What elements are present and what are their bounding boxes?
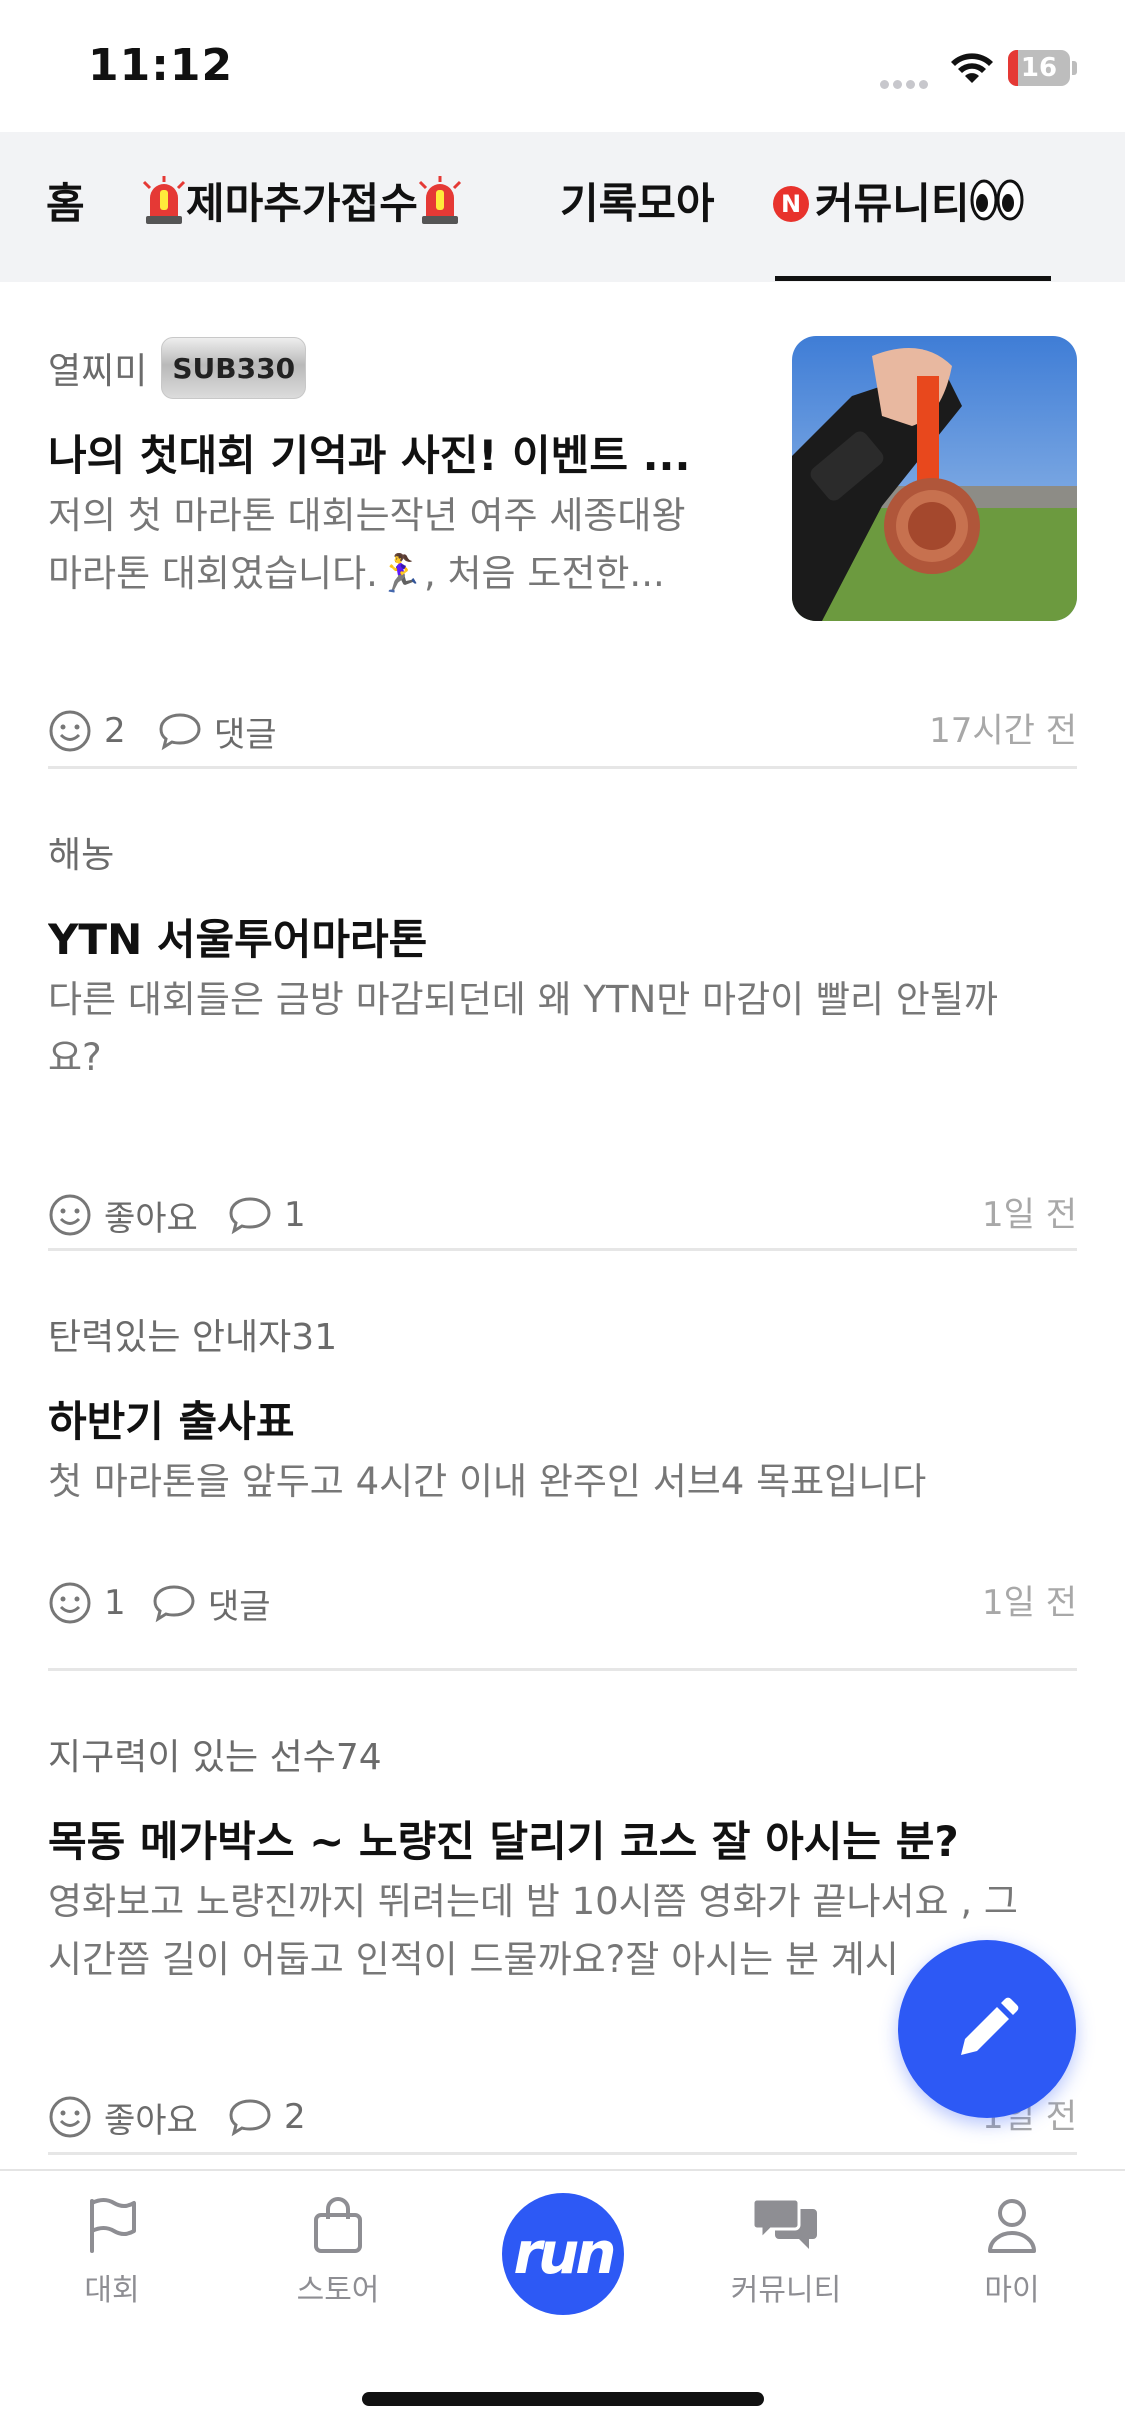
post-title: 하반기 출사표 <box>48 1397 295 1446</box>
post-preview: 다른 대회들은 금방 마감되던데 왜 YTN만 마감이 빨리 안될까 요? <box>48 978 998 1079</box>
nav-item-contest[interactable]: 대회 <box>42 2195 182 2309</box>
bag-icon <box>314 2197 362 2253</box>
comment-icon <box>229 2099 271 2137</box>
community-feed[interactable]: 열찌미 SUB330 나의 첫대회 기억과 사진! 이벤트 ... 저의 첫 마… <box>0 282 1125 2169</box>
post-item[interactable]: 탄력있는 안내자31 하반기 출사표 첫 마라톤을 앞두고 4시간 이내 완주인… <box>48 1302 1077 1722</box>
pencil-icon <box>961 1997 1019 2055</box>
tab-home[interactable]: 홈 <box>46 174 85 234</box>
flag-icon <box>90 2198 136 2253</box>
active-tab-indicator <box>775 276 1051 281</box>
medal-photo-image <box>792 336 1077 621</box>
tab-jema-extra[interactable]: 제마추가접수 <box>142 174 462 234</box>
chat-bubbles-icon <box>753 2197 817 2249</box>
tab-record[interactable]: 기록모아 <box>560 174 715 234</box>
post-author: 열찌미 <box>48 351 148 392</box>
post-time: 1일 전 <box>982 1195 1077 1235</box>
post-meta: 1 댓글 1일 전 <box>48 1578 1077 1628</box>
post-author: 해농 <box>48 835 115 876</box>
new-badge: N <box>773 186 809 222</box>
run-logo-icon: run <box>513 2219 616 2287</box>
nav-item-community[interactable]: 커뮤니티 <box>716 2195 856 2309</box>
post-title: 목동 메가박스 ~ 노량진 달리기 코스 잘 아시는 분? <box>48 1817 959 1866</box>
siren-icon <box>418 176 461 224</box>
post-title: YTN 서울투어마라톤 <box>48 915 428 964</box>
post-author: 지구력이 있는 선수74 <box>48 1737 382 1778</box>
eyes-icon <box>970 179 1024 221</box>
post-preview: 첫 마라톤을 앞두고 4시간 이내 완주인 서브4 목표입니다 <box>48 1460 927 1503</box>
post-author: 탄력있는 안내자31 <box>48 1317 338 1358</box>
smile-icon <box>49 1194 91 1236</box>
comment-button[interactable]: 댓글 <box>158 706 277 756</box>
smile-icon <box>49 2096 91 2138</box>
status-time: 11:12 <box>88 40 234 91</box>
write-post-button[interactable] <box>898 1940 1076 2118</box>
nav-item-my[interactable]: 마이 <box>942 2195 1082 2309</box>
smile-icon <box>49 710 91 752</box>
like-reaction[interactable]: 2 <box>48 706 126 756</box>
battery-level: 16 <box>1020 53 1058 83</box>
post-item[interactable]: 해농 YTN 서울투어마라톤 다른 대회들은 금방 마감되던데 왜 YTN만 마… <box>48 820 1077 1260</box>
comment-button[interactable]: 1 <box>228 1190 306 1240</box>
home-indicator[interactable] <box>362 2392 764 2406</box>
siren-icon <box>142 176 186 224</box>
smile-icon <box>49 1582 91 1624</box>
cellular-signal-icon <box>880 74 936 89</box>
battery-icon: 16 <box>1008 50 1070 86</box>
like-reaction[interactable]: 1 <box>48 1578 126 1628</box>
comment-button[interactable]: 2 <box>228 2092 306 2142</box>
post-meta: 좋아요 2 1일 전 <box>48 2092 1077 2142</box>
post-thumbnail[interactable] <box>792 336 1077 621</box>
comment-button[interactable]: 댓글 <box>152 1578 271 1628</box>
post-time: 1일 전 <box>982 1583 1077 1623</box>
wifi-icon <box>951 53 993 83</box>
divider <box>48 1668 1077 1671</box>
divider <box>48 2152 1077 2155</box>
top-tab-bar: 홈 제마추가접수 기록모아 N 커뮤니티 <box>0 132 1125 282</box>
post-meta: 좋아요 1 1일 전 <box>48 1190 1077 1240</box>
nav-item-run[interactable]: run <box>502 2193 624 2315</box>
post-time: 17시간 전 <box>929 711 1077 751</box>
post-item[interactable]: 지구력이 있는 선수74 목동 메가박스 ~ 노량진 달리기 코스 잘 아시는 … <box>48 1722 1077 2162</box>
comment-icon <box>159 713 201 751</box>
comment-icon <box>229 1197 271 1235</box>
status-bar: 11:12 16 <box>0 0 1125 132</box>
nav-item-store[interactable]: 스토어 <box>268 2195 408 2309</box>
like-reaction[interactable]: 좋아요 <box>48 2092 198 2142</box>
divider <box>48 766 1077 769</box>
person-icon <box>988 2199 1036 2253</box>
tab-community[interactable]: N 커뮤니티 <box>773 174 1024 234</box>
like-reaction[interactable]: 좋아요 <box>48 1190 198 1240</box>
divider <box>48 1248 1077 1251</box>
post-item[interactable]: 열찌미 SUB330 나의 첫대회 기억과 사진! 이벤트 ... 저의 첫 마… <box>48 336 1077 766</box>
comment-icon <box>153 1585 195 1623</box>
post-title: 나의 첫대회 기억과 사진! 이벤트 ... <box>48 431 691 480</box>
post-meta: 2 댓글 17시간 전 <box>48 706 1077 756</box>
rank-badge: SUB330 <box>161 337 307 399</box>
